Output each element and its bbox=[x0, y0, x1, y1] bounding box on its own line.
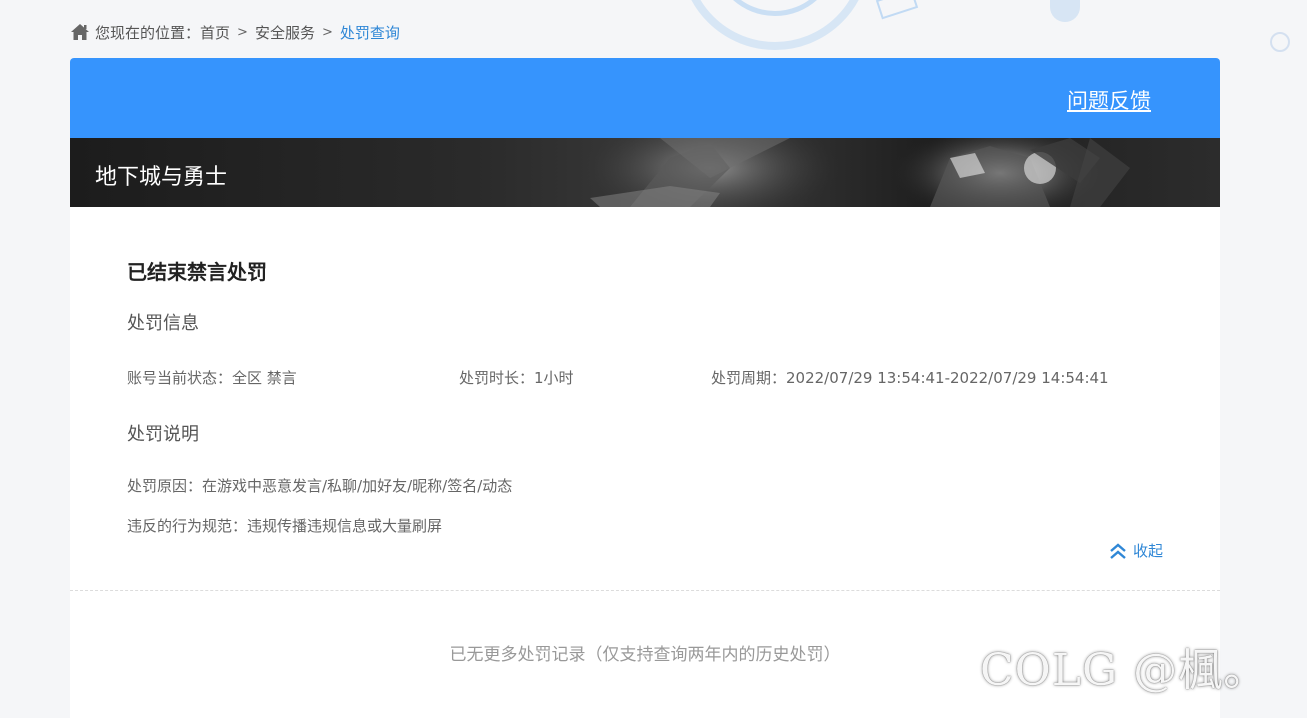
background-decoration-dot bbox=[1050, 0, 1080, 22]
punishment-title: 已结束禁言处罚 bbox=[127, 260, 267, 284]
divider bbox=[70, 590, 1220, 591]
banner-artwork bbox=[580, 138, 1130, 207]
game-banner: 地下城与勇士 bbox=[70, 138, 1220, 207]
breadcrumb-separator: > bbox=[321, 24, 333, 40]
watermark: COLG @楓。 bbox=[980, 645, 1269, 696]
punishment-explain-heading: 处罚说明 bbox=[127, 424, 199, 445]
background-decoration-shard bbox=[875, 0, 919, 20]
punishment-info-heading: 处罚信息 bbox=[127, 313, 199, 334]
breadcrumb-current: 处罚查询 bbox=[339, 23, 400, 42]
feedback-link[interactable]: 问题反馈 bbox=[1067, 85, 1151, 115]
punishment-duration: 处罚时长：1小时 bbox=[459, 369, 574, 387]
double-chevron-up-icon bbox=[1110, 542, 1126, 559]
punishment-card: 问题反馈 地下城与勇士 已结束禁言处罚 处罚信息 账号当前状态：全区 禁言 处罚… bbox=[70, 58, 1220, 718]
breadcrumb-separator: > bbox=[237, 24, 248, 40]
violated-rule: 违反的行为规范：违规传播违规信息或大量刷屏 bbox=[127, 517, 443, 535]
punishment-period: 处罚周期：2022/07/29 13:54:41-2022/07/29 14:5… bbox=[711, 369, 1109, 387]
background-decoration-circle bbox=[1270, 32, 1290, 52]
account-status: 账号当前状态：全区 禁言 bbox=[127, 369, 297, 387]
punishment-reason: 处罚原因：在游戏中恶意发言/私聊/加好友/昵称/签名/动态 bbox=[127, 477, 513, 495]
card-header: 问题反馈 bbox=[70, 58, 1220, 138]
collapse-label: 收起 bbox=[1132, 542, 1163, 560]
game-title: 地下城与勇士 bbox=[95, 165, 228, 190]
home-icon bbox=[70, 23, 90, 41]
breadcrumb-home-link[interactable]: 首页 bbox=[200, 22, 230, 43]
breadcrumb-security-link[interactable]: 安全服务 bbox=[255, 22, 315, 43]
breadcrumb: 您现在的位置： 首页 > 安全服务 > 处罚查询 bbox=[70, 22, 400, 42]
collapse-button[interactable]: 收起 bbox=[1108, 540, 1163, 561]
breadcrumb-prefix: 您现在的位置： bbox=[95, 23, 201, 42]
